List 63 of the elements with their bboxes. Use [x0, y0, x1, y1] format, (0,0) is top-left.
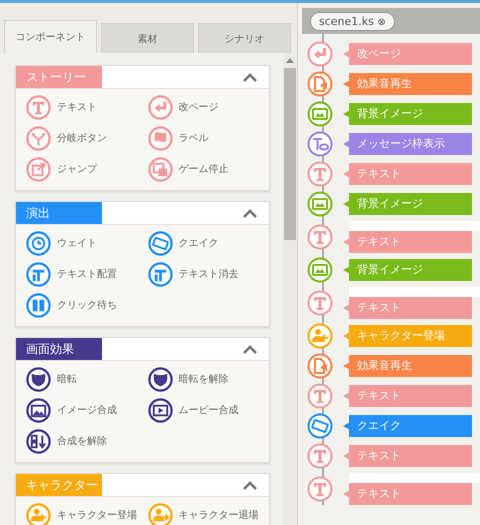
component-label[interactable]: 改ページ [178, 100, 218, 114]
image-icon[interactable] [26, 398, 51, 422]
component-label[interactable]: 暗転を解除 [178, 372, 228, 386]
shield-icon[interactable] [148, 366, 172, 392]
shield-icon[interactable] [26, 366, 51, 392]
component-label[interactable]: ウェイト [57, 236, 97, 250]
document-speaker-icon[interactable] [307, 71, 333, 97]
timeline-step[interactable]: クエイク [343, 415, 472, 437]
file-tab[interactable]: scene1.ks ⊗ [310, 12, 395, 30]
component-label[interactable]: ジャンプ [57, 162, 97, 176]
external-link-icon[interactable] [26, 156, 51, 182]
component-label[interactable]: 合成を解除 [57, 434, 107, 448]
landscape-icon[interactable] [307, 101, 333, 127]
tilted-phone-icon[interactable] [148, 230, 172, 256]
tab[interactable]: コンポーネント [4, 20, 97, 53]
flag-icon[interactable] [148, 126, 172, 150]
scrollbar[interactable] [283, 53, 297, 525]
component-label[interactable]: イメージ合成 [57, 403, 117, 417]
tab[interactable]: シナリオ [198, 23, 291, 53]
pause-icon[interactable] [26, 292, 51, 318]
component-label[interactable]: テキスト配置 [57, 267, 117, 281]
caret-icon[interactable] [243, 72, 257, 82]
section-title: 演出 [16, 202, 102, 224]
landscape-icon[interactable] [307, 257, 333, 283]
component-label[interactable]: ムービー合成 [178, 403, 238, 417]
component-label[interactable]: ラベル [178, 131, 208, 145]
film-icon[interactable] [148, 398, 172, 422]
text-t-icon[interactable] [148, 262, 172, 286]
letter-t-eye-icon[interactable] [307, 131, 333, 157]
component-label[interactable]: キャラクター登場 [57, 508, 137, 522]
letter-t-icon[interactable] [26, 94, 51, 120]
caret-icon[interactable] [243, 208, 257, 218]
section-title: キャラクター [16, 474, 102, 496]
stacked-windows-icon[interactable] [148, 156, 172, 182]
letter-t-icon[interactable] [307, 383, 333, 409]
letter-t-icon[interactable] [307, 290, 333, 316]
close-icon[interactable]: ⊗ [377, 16, 386, 28]
component-label[interactable]: キャラクター退場 [178, 508, 258, 522]
component-label[interactable]: テキスト消去 [178, 267, 238, 281]
caret-icon[interactable] [243, 480, 257, 490]
landscape-icon[interactable] [307, 191, 333, 217]
letter-t-icon[interactable] [307, 161, 333, 187]
scroll-up-icon[interactable] [286, 58, 294, 63]
component-label[interactable]: 分岐ボタン [57, 131, 107, 145]
tab[interactable]: 素材 [101, 23, 194, 53]
component-label[interactable]: クエイク [178, 236, 218, 250]
person-arrow-icon[interactable] [26, 502, 51, 525]
component-label[interactable]: テキスト [57, 100, 97, 114]
letter-t-icon[interactable] [307, 443, 333, 469]
component-label[interactable]: クリック待ち [57, 298, 117, 312]
clock-icon[interactable] [26, 230, 51, 256]
component-label[interactable]: ゲーム停止 [178, 162, 228, 176]
letter-t-icon[interactable] [307, 476, 333, 502]
text-t-icon[interactable] [26, 262, 51, 286]
caret-icon[interactable] [243, 344, 257, 354]
tilted-phone-icon[interactable] [307, 413, 333, 439]
section-title: 画面効果 [16, 338, 102, 360]
document-speaker-icon[interactable] [307, 353, 333, 379]
timeline-step[interactable]: メッセージ枠表示 [343, 133, 472, 155]
letter-t-icon[interactable] [307, 224, 333, 250]
component-label[interactable]: 暗転 [57, 372, 77, 386]
section-title: ストーリー [16, 66, 102, 88]
person-arrow-icon[interactable] [148, 502, 172, 525]
